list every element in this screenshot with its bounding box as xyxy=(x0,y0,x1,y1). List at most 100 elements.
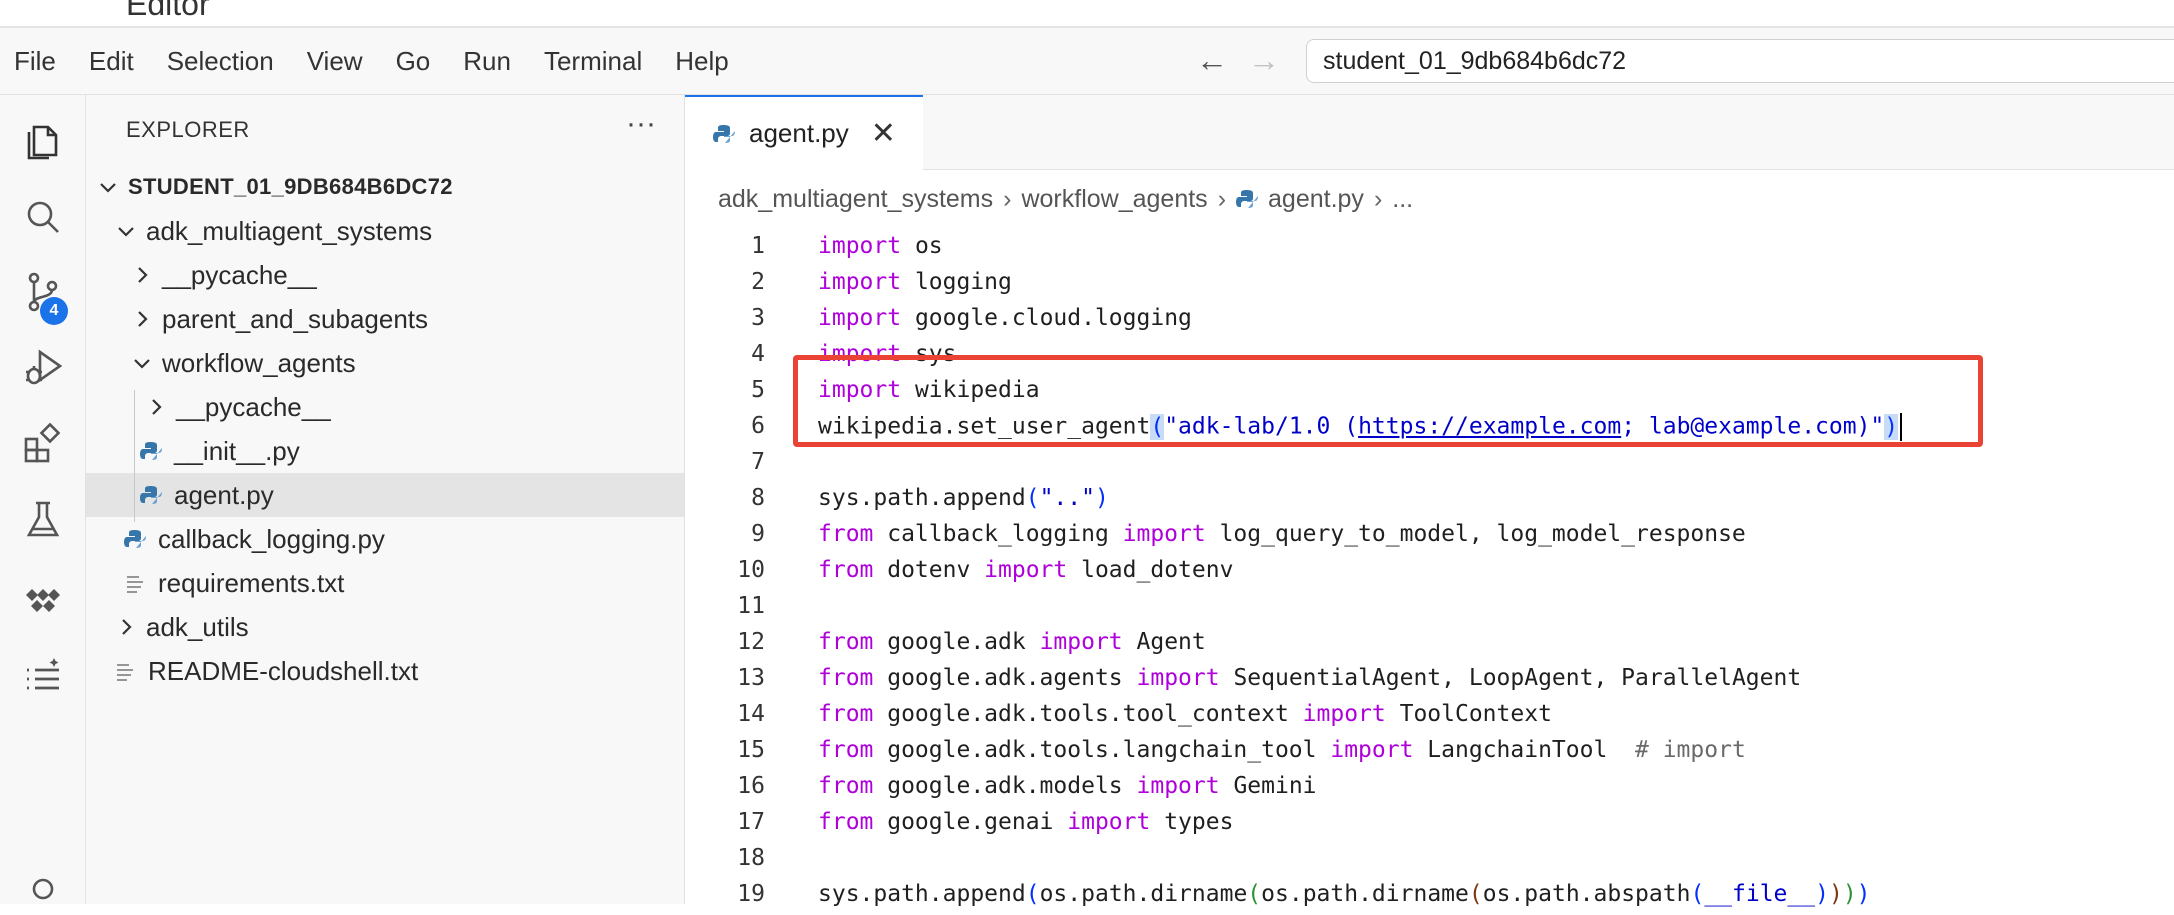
title-bar: Editor xyxy=(0,0,2174,28)
menu-view[interactable]: View xyxy=(307,46,363,77)
source-control-icon[interactable]: 4 xyxy=(0,257,85,327)
code-line[interactable]: 16 from google.adk.models import Gemini xyxy=(685,770,2174,806)
chevron-right-icon xyxy=(138,267,148,283)
code-token: ) xyxy=(1815,881,1829,907)
code-text: import os xyxy=(818,233,943,259)
close-icon[interactable]: ✕ xyxy=(871,116,896,151)
code-token: google.cloud.logging xyxy=(901,305,1192,331)
code-text: sys.path.append("..") xyxy=(818,485,1109,511)
extensions-icon[interactable] xyxy=(0,409,85,479)
breadcrumb-item[interactable]: ... xyxy=(1392,185,1413,214)
code-token: ) xyxy=(1094,485,1109,511)
tree-file-callback-logging-py[interactable]: callback_logging.py xyxy=(86,517,684,561)
code-token: from xyxy=(818,629,874,655)
code-line[interactable]: 13 from google.adk.agents import Sequenti… xyxy=(685,662,2174,698)
tree-label: __pycache__ xyxy=(162,259,317,290)
code-line[interactable]: 7 xyxy=(685,446,2174,482)
code-token: ( xyxy=(1025,881,1040,907)
code-line[interactable]: 17 from google.genai import types xyxy=(685,806,2174,842)
code-text: from google.adk.tools.tool_context impor… xyxy=(818,701,1552,727)
chevron-down-icon xyxy=(134,359,150,369)
code-line[interactable]: 18 xyxy=(685,842,2174,878)
code-line[interactable]: 8 sys.path.append("..") xyxy=(685,482,2174,518)
code-token: from xyxy=(818,665,874,691)
line-number: 19 xyxy=(737,881,765,907)
account-icon[interactable] xyxy=(0,845,85,915)
line-number: 12 xyxy=(737,629,765,655)
menu-file[interactable]: File xyxy=(14,46,56,77)
command-center-search[interactable] xyxy=(1306,39,2174,83)
code-token: load_dotenv xyxy=(1067,557,1234,583)
run-debug-icon[interactable] xyxy=(0,332,85,402)
menu-help[interactable]: Help xyxy=(675,46,728,77)
python-file-icon xyxy=(713,124,735,143)
line-number: 4 xyxy=(751,341,765,367)
tree-root-folder[interactable]: STUDENT_01_9DB684B6DC72 xyxy=(86,165,684,209)
tree-label: adk_utils xyxy=(146,611,249,642)
code-token: import xyxy=(1330,737,1414,763)
breadcrumb-item[interactable]: workflow_agents xyxy=(1021,185,1207,214)
menu-terminal[interactable]: Terminal xyxy=(544,46,642,77)
tree-folder-parent-and-subagents[interactable]: parent_and_subagents xyxy=(86,297,684,341)
code-line[interactable]: 2 import logging xyxy=(685,266,2174,302)
tree-file-readme-cloudshell[interactable]: README-cloudshell.txt xyxy=(86,649,684,693)
tree-label: adk_multiagent_systems xyxy=(146,215,433,246)
menu-run[interactable]: Run xyxy=(463,46,511,77)
menu-edit[interactable]: Edit xyxy=(89,46,134,77)
explorer-sidebar: EXPLORER ··· STUDENT_01_9DB684B6DC72 adk… xyxy=(86,95,685,904)
line-number: 13 xyxy=(737,665,765,691)
tree-file-init-py[interactable]: __init__.py xyxy=(86,429,684,473)
code-token: callback_logging xyxy=(873,521,1123,547)
tree-folder-workflow-agents[interactable]: workflow_agents xyxy=(86,341,684,385)
tree-file-agent-py[interactable]: agent.py xyxy=(86,473,684,517)
explorer-icon[interactable] xyxy=(0,105,85,175)
code-line[interactable]: 19 sys.path.append(os.path.dirname(os.pat… xyxy=(685,878,2174,914)
text-file-icon xyxy=(117,664,133,681)
code-token: dotenv xyxy=(873,557,985,583)
chevron-down-icon xyxy=(100,183,116,193)
code-token: Gemini xyxy=(1219,773,1317,799)
tree-label: workflow_agents xyxy=(162,347,356,378)
code-token: __file__ xyxy=(1704,881,1816,907)
code-token: import xyxy=(1136,665,1220,691)
more-actions-icon[interactable]: ··· xyxy=(626,107,656,141)
testing-icon[interactable] xyxy=(0,485,85,555)
code-line[interactable]: 1 import os xyxy=(685,230,2174,266)
code-token: logging xyxy=(901,269,1012,295)
cloud-code-icon[interactable] xyxy=(0,563,85,633)
back-arrow-icon[interactable]: ← xyxy=(1196,42,1228,79)
code-line[interactable]: 11 xyxy=(685,590,2174,626)
line-number: 9 xyxy=(751,521,765,547)
menu-go[interactable]: Go xyxy=(396,46,431,77)
tree-file-requirements-txt[interactable]: requirements.txt xyxy=(86,561,684,605)
tree-folder-adk-multiagent-systems[interactable]: adk_multiagent_systems xyxy=(86,209,684,253)
tree-folder-pycache-nested[interactable]: __pycache__ xyxy=(86,385,684,429)
code-line[interactable]: 14 from google.adk.tools.tool_context imp… xyxy=(685,698,2174,734)
code-line[interactable]: 10 from dotenv import load_dotenv xyxy=(685,554,2174,590)
tree-folder-adk-utils[interactable]: adk_utils xyxy=(86,605,684,649)
breadcrumb: adk_multiagent_systems › workflow_agents… xyxy=(718,171,1413,227)
menu-selection[interactable]: Selection xyxy=(167,46,274,77)
code-line[interactable]: 9 from callback_logging import log_query_… xyxy=(685,518,2174,554)
workspace-search-input[interactable] xyxy=(1307,40,2174,82)
outline-icon[interactable] xyxy=(0,640,85,710)
menu-bar: File Edit Selection View Go Run Terminal… xyxy=(0,28,2174,95)
tree-folder-pycache[interactable]: __pycache__ xyxy=(86,253,684,297)
code-line[interactable]: 12 from google.adk import Agent xyxy=(685,626,2174,662)
code-token: google.adk.tools.langchain_tool xyxy=(873,737,1331,763)
tab-agent-py[interactable]: agent.py ✕ xyxy=(685,95,923,170)
code-token: log_query_to_model, log_model_response xyxy=(1205,521,1746,547)
code-line[interactable]: 3 import google.cloud.logging xyxy=(685,302,2174,338)
code-token: SequentialAgent, LoopAgent, ParallelAgen… xyxy=(1219,665,1802,691)
search-icon[interactable] xyxy=(0,182,85,252)
code-token: sys.path.append xyxy=(818,485,1026,511)
code-token: ( xyxy=(1025,485,1040,511)
code-line[interactable]: 15 from google.adk.tools.langchain_tool i… xyxy=(685,734,2174,770)
code-token: import xyxy=(1122,521,1206,547)
code-text: from google.adk.models import Gemini xyxy=(818,773,1317,799)
code-token: ( xyxy=(1468,881,1483,907)
forward-arrow-icon[interactable]: → xyxy=(1248,42,1280,79)
breadcrumb-item[interactable]: adk_multiagent_systems xyxy=(718,185,993,214)
breadcrumb-item[interactable]: agent.py xyxy=(1268,185,1364,214)
code-token: os.path.dirname xyxy=(1039,881,1248,907)
